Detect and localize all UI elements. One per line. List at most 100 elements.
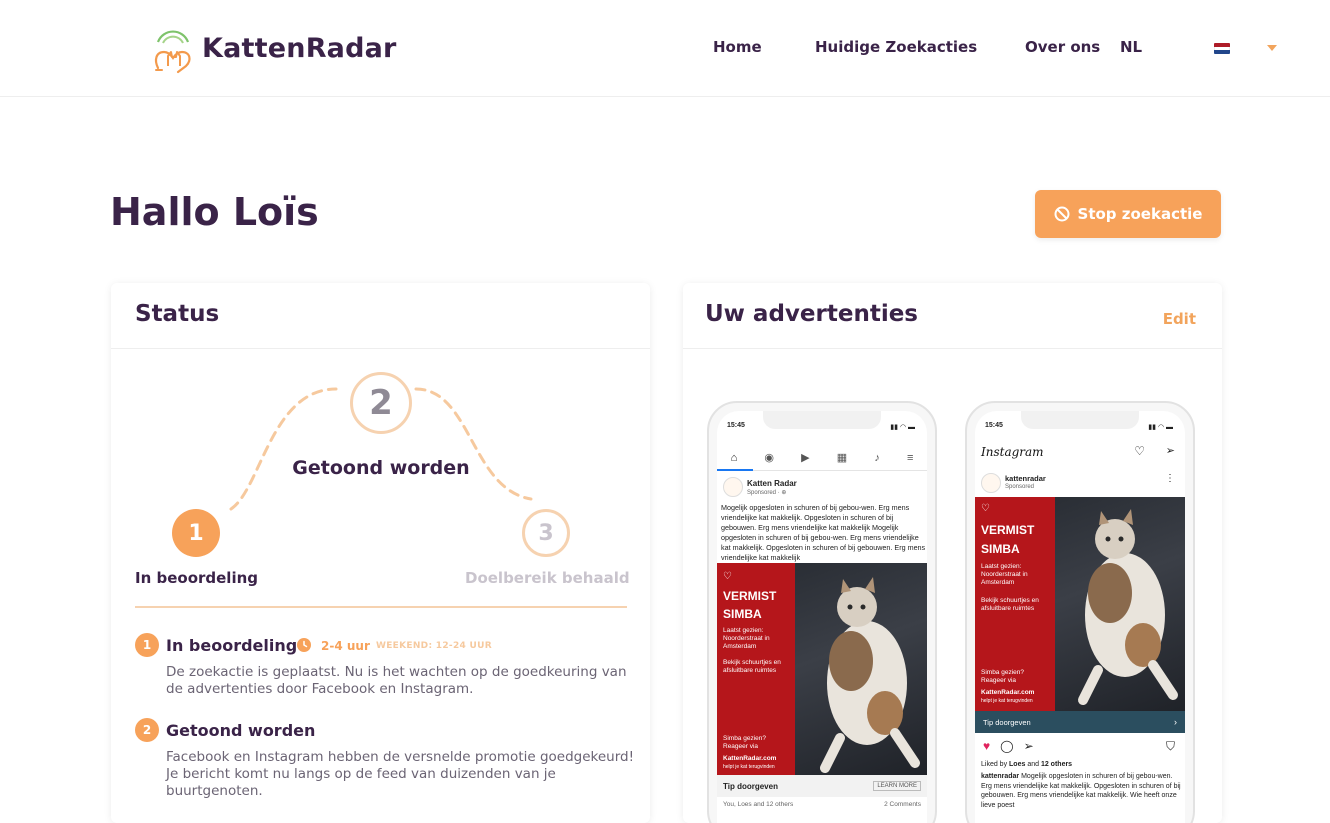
step-2-circle: 2 xyxy=(350,372,412,434)
fb-cta-bar[interactable]: Tip doorgeven LEARN MORE xyxy=(717,775,927,797)
fb-watch-icon[interactable]: ▶ xyxy=(801,451,809,464)
fb-cat-photo xyxy=(795,563,927,775)
ads-card: Uw advertenties Edit 15:45 ▮▮ ◠ ▬ ⌂ ◉ ▶ … xyxy=(683,283,1222,823)
step-1-label: In beoordeling xyxy=(135,569,259,587)
step-2-label: Getoond worden xyxy=(292,457,470,479)
fb-sponsored: Sponsored · ⊕ xyxy=(747,490,787,496)
status-bar-icons: ▮▮ ◠ ▬ xyxy=(1148,424,1173,431)
bookmark-icon[interactable]: ⛉ xyxy=(1166,739,1175,754)
top-navigation-bar: KattenRadar Home Huidige Zoekacties Over… xyxy=(0,0,1330,97)
detail-1-title: In beoordeling xyxy=(166,636,298,655)
facebook-ad-preview[interactable]: 15:45 ▮▮ ◠ ▬ ⌂ ◉ ▶ ▦ ♪ ≡ Katten Radar Sp… xyxy=(707,401,937,823)
ads-card-title: Uw advertenties xyxy=(705,301,918,327)
brand-name: KattenRadar xyxy=(202,32,397,64)
ig-cta-text: Tip doorgeven xyxy=(983,717,1031,727)
fb-ad-title-1: VERMIST xyxy=(723,589,777,603)
fb-ad-check: Bekijk schuurtjes en afsluitbare ruimtes xyxy=(723,659,781,674)
fb-ad-site: KattenRadar.com xyxy=(723,755,777,762)
fb-menu-icon[interactable]: ≡ xyxy=(907,452,913,464)
nav-about-us[interactable]: Over ons xyxy=(1025,38,1100,56)
cat-illustration xyxy=(1078,509,1178,705)
netherlands-flag-icon[interactable] xyxy=(1214,43,1230,54)
detail-2-title: Getoond worden xyxy=(166,721,316,740)
ig-liked-name: Loes xyxy=(1009,761,1026,768)
nav-home[interactable]: Home xyxy=(713,38,762,56)
step-3-label: Doelbereik behaald xyxy=(465,569,630,587)
ig-ad-red-panel: ♡ VERMIST SIMBA Laatst gezien: Noorderst… xyxy=(975,497,1055,711)
language-code[interactable]: NL xyxy=(1120,38,1142,56)
fb-post-body: Mogelijk opgesloten in schuren of bij ge… xyxy=(721,503,926,562)
ig-ad-title-2: SIMBA xyxy=(981,542,1020,556)
fb-nav-bar: ⌂ ◉ ▶ ▦ ♪ ≡ xyxy=(717,445,927,471)
cat-illustration xyxy=(820,577,920,773)
instagram-ad-preview[interactable]: 15:45 ▮▮ ◠ ▬ Instagram ♡ ➢ kattenradar S… xyxy=(965,401,1195,823)
edit-ads-link[interactable]: Edit xyxy=(1163,310,1196,328)
brand-logo[interactable]: KattenRadar xyxy=(152,22,397,74)
ig-action-row: ♥ ◯ ➢ xyxy=(983,739,1034,753)
share-icon[interactable]: ➢ xyxy=(1024,739,1034,753)
ig-caption-user: kattenradar xyxy=(981,773,1020,780)
ig-account-name: kattenradar xyxy=(1005,474,1046,483)
fb-groups-icon[interactable]: ◉ xyxy=(764,451,774,464)
ig-liked-by: Liked by Loes and 12 others xyxy=(981,761,1072,768)
ig-cat-photo xyxy=(1055,497,1185,711)
stop-search-label: Stop zoekactie xyxy=(1077,205,1203,223)
status-divider xyxy=(135,606,627,608)
more-options-icon[interactable]: ⋮ xyxy=(1165,473,1175,484)
fb-ad-seen: Laatst gezien: Noorderstraat in Amsterda… xyxy=(723,627,770,650)
stop-search-button[interactable]: Stop zoekactie xyxy=(1035,190,1221,238)
fb-page-name: Katten Radar xyxy=(747,479,797,488)
fb-ad-red-panel: ♡ VERMIST SIMBA Laatst gezien: Noorderst… xyxy=(717,563,795,775)
chevron-right-icon: › xyxy=(1174,717,1177,727)
send-icon[interactable]: ➢ xyxy=(1166,444,1175,457)
step-1-circle: 1 xyxy=(172,509,220,557)
fb-ad-tagline: helpt je kat terugvinden xyxy=(723,764,775,770)
ig-cta-bar[interactable]: Tip doorgeven › xyxy=(975,711,1185,733)
status-card: Status 2 Getoond worden 1 In beoordeling… xyxy=(111,283,650,823)
detail-1-number: 1 xyxy=(135,633,159,657)
status-bar-icons: ▮▮ ◠ ▬ xyxy=(890,424,915,431)
fb-ad-seen-question: Simba gezien? Reageer via xyxy=(723,735,766,750)
phone-notch xyxy=(763,411,881,429)
language-dropdown-caret-icon[interactable] xyxy=(1267,45,1277,51)
phone-notch xyxy=(1021,411,1139,429)
ig-app-name: Instagram xyxy=(981,445,1044,459)
fb-comments[interactable]: 2 Comments xyxy=(884,801,921,808)
ig-caption: kattenradar Mogelijk opgesloten in schur… xyxy=(981,772,1185,812)
fb-status-time: 15:45 xyxy=(727,422,745,429)
ig-ad-check: Bekijk schuurtjes en afsluitbare ruimtes xyxy=(981,597,1039,612)
ig-liked-prefix: Liked by xyxy=(981,761,1010,768)
ig-ad-site: KattenRadar.com xyxy=(981,689,1035,696)
ig-ad-tagline: helpt je kat terugvinden xyxy=(981,698,1033,704)
fb-ad-title-2: SIMBA xyxy=(723,607,762,621)
fb-marketplace-icon[interactable]: ▦ xyxy=(837,451,847,464)
detail-2-number: 2 xyxy=(135,718,159,742)
ig-sponsored: Sponsored xyxy=(1005,484,1035,490)
detail-1-time: 2-4 uur xyxy=(321,639,370,653)
fb-cta-text: Tip doorgeven xyxy=(723,781,778,791)
fb-bell-icon[interactable]: ♪ xyxy=(874,452,880,464)
detail-2-text: Facebook en Instagram hebben de versneld… xyxy=(166,749,635,799)
ads-card-header: Uw advertenties Edit xyxy=(683,283,1222,349)
ig-status-time: 15:45 xyxy=(985,422,1003,429)
fb-ad-logo-icon: ♡ xyxy=(723,571,732,582)
fb-learn-more-button[interactable]: LEARN MORE xyxy=(873,781,921,791)
fb-home-icon[interactable]: ⌂ xyxy=(731,452,738,464)
ig-ad-logo-icon: ♡ xyxy=(981,503,990,514)
cat-heart-logo-icon xyxy=(154,30,191,74)
fb-active-tab-indicator xyxy=(717,469,753,471)
status-card-header: Status xyxy=(111,283,650,349)
ig-ad-title-1: VERMIST xyxy=(981,523,1035,537)
liked-heart-icon[interactable]: ♥ xyxy=(983,739,990,753)
heart-icon[interactable]: ♡ xyxy=(1134,444,1145,458)
ig-account-avatar xyxy=(981,473,1001,493)
ig-ad-seen: Laatst gezien: Noorderstraat in Amsterda… xyxy=(981,563,1028,586)
nav-current-searches[interactable]: Huidige Zoekacties xyxy=(815,38,977,56)
fb-reactions: You, Loes and 12 others xyxy=(723,801,794,808)
ig-ad-seen-question: Simba gezien? Reageer via xyxy=(981,669,1024,684)
status-card-title: Status xyxy=(135,301,220,327)
comment-icon[interactable]: ◯ xyxy=(1000,739,1013,753)
clock-icon xyxy=(297,638,311,652)
step-3-circle: 3 xyxy=(522,509,570,557)
ig-liked-count: 12 others xyxy=(1040,761,1073,768)
